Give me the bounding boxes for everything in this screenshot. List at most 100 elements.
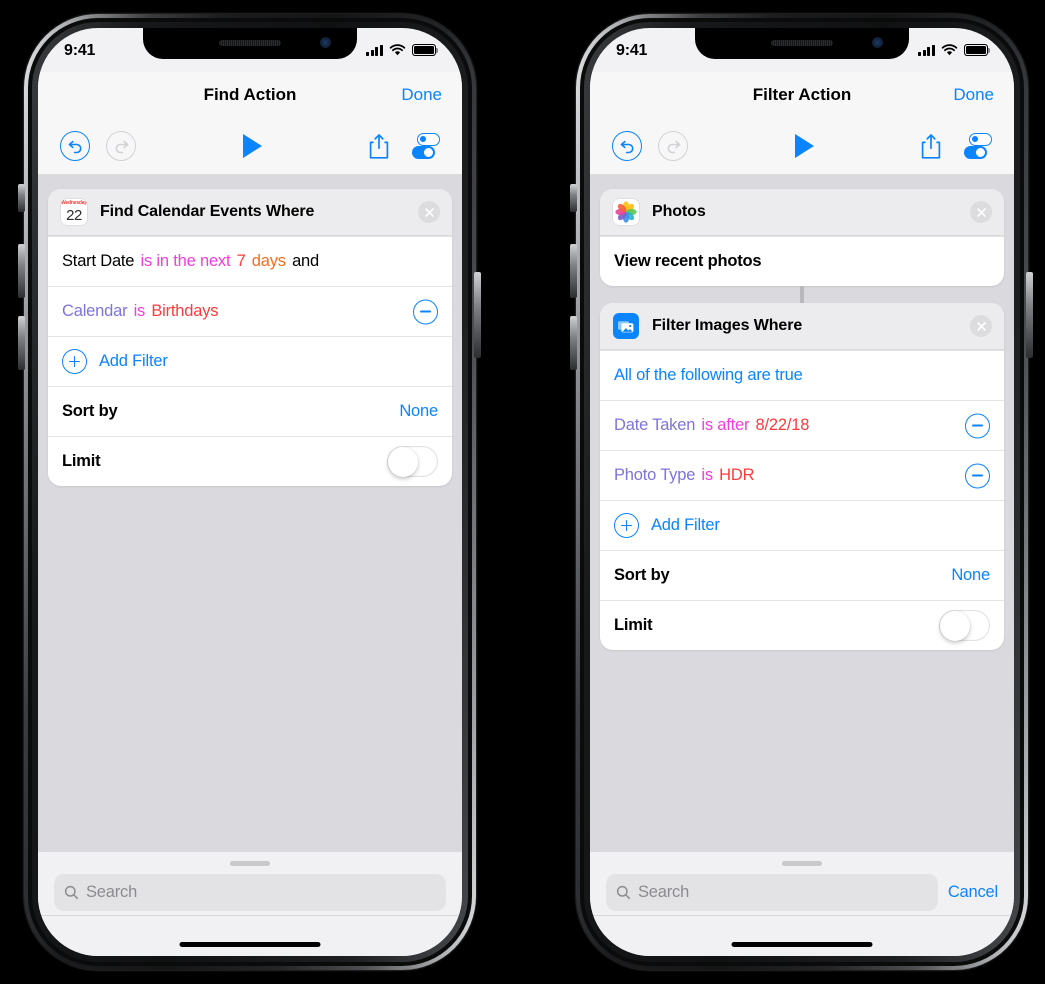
- filter-row[interactable]: Photo Type is HDR: [600, 450, 1004, 500]
- minus-circle-icon[interactable]: [965, 463, 990, 488]
- battery-full-icon: [964, 44, 991, 56]
- nav-bar: Filter Action Done: [590, 72, 1014, 118]
- undo-icon[interactable]: [612, 131, 642, 161]
- volup-button[interactable]: [570, 244, 577, 298]
- plus-circle-icon: [62, 349, 87, 374]
- bottom-sheet: Search Cancel: [590, 852, 1014, 956]
- voldn-button[interactable]: [570, 316, 577, 370]
- share-icon[interactable]: [920, 133, 942, 160]
- limit-label: Limit: [62, 452, 101, 470]
- add-filter-label: Add Filter: [99, 352, 168, 370]
- status-icons: [366, 44, 439, 56]
- cancel-button[interactable]: Cancel: [948, 883, 998, 902]
- screenshot-stage: 9:41 Find Action Done Wednesday 22 Find Calen…: [0, 0, 1045, 984]
- share-icon[interactable]: [368, 133, 390, 160]
- card-title: Find Calendar Events Where: [100, 203, 315, 220]
- search-input[interactable]: Search: [54, 874, 446, 911]
- action-card: Wednesday 22 Find Calendar Events Where Sta…: [48, 189, 452, 486]
- signal-bars-icon: [366, 44, 383, 56]
- card-header[interactable]: Wednesday 22 Find Calendar Events Where: [48, 189, 452, 236]
- limit-row: Limit: [600, 600, 1004, 650]
- play-icon: [794, 134, 814, 158]
- filter-token: and: [292, 252, 319, 270]
- add-filter-row[interactable]: Add Filter: [48, 336, 452, 386]
- sheet-separator: [590, 914, 1014, 915]
- power-button[interactable]: [474, 272, 481, 358]
- action-row[interactable]: View recent photos: [600, 236, 1004, 286]
- undo-icon[interactable]: [60, 131, 90, 161]
- home-indicator[interactable]: [731, 942, 873, 947]
- sort-by-row[interactable]: Sort by None: [600, 550, 1004, 600]
- close-circle-icon[interactable]: [418, 201, 440, 223]
- earpiece-speaker: [219, 40, 281, 46]
- front-camera: [872, 37, 883, 48]
- sort-by-label: Sort by: [62, 402, 118, 420]
- close-circle-icon[interactable]: [970, 315, 992, 337]
- filter-token: 7: [236, 252, 246, 270]
- minus-circle-icon[interactable]: [965, 413, 990, 438]
- minus-circle-icon[interactable]: [413, 299, 438, 324]
- card-title: Filter Images Where: [652, 317, 803, 334]
- redo-icon[interactable]: [658, 131, 688, 161]
- sort-by-label: Sort by: [614, 566, 670, 584]
- filter-row[interactable]: Date Taken is after 8/22/18: [600, 400, 1004, 450]
- power-button[interactable]: [1026, 272, 1033, 358]
- search-placeholder: Search: [86, 883, 138, 901]
- page-title: Find Action: [203, 85, 297, 104]
- done-button[interactable]: Done: [401, 85, 442, 105]
- condition-label: All of the following are true: [614, 366, 803, 384]
- add-filter-row[interactable]: Add Filter: [600, 500, 1004, 550]
- action-label: View recent photos: [614, 252, 762, 270]
- phone-right: 9:41 Filter Action Done Photos View recent p…: [558, 4, 1045, 980]
- nav-bar: Find Action Done: [38, 72, 462, 118]
- search-placeholder: Search: [638, 883, 690, 901]
- card-connector: [800, 286, 804, 303]
- add-filter-label: Add Filter: [651, 516, 720, 534]
- sort-by-row[interactable]: Sort by None: [48, 386, 452, 436]
- search-icon: [616, 885, 631, 900]
- card-header[interactable]: Filter Images Where: [600, 303, 1004, 350]
- limit-row: Limit: [48, 436, 452, 486]
- settings-toggles-icon[interactable]: [964, 133, 992, 159]
- limit-toggle[interactable]: [939, 610, 990, 641]
- signal-bars-icon: [918, 44, 935, 56]
- mute-button[interactable]: [18, 184, 25, 212]
- search-input[interactable]: Search: [606, 874, 938, 911]
- redo-icon[interactable]: [106, 131, 136, 161]
- filter-token: 8/22/18: [755, 416, 810, 434]
- voldn-button[interactable]: [18, 316, 25, 370]
- play-icon: [242, 134, 262, 158]
- settings-toggles-icon[interactable]: [412, 133, 440, 159]
- home-indicator[interactable]: [179, 942, 321, 947]
- volup-button[interactable]: [18, 244, 25, 298]
- limit-toggle[interactable]: [387, 446, 438, 477]
- notch: [143, 28, 357, 59]
- filter-token: days: [251, 252, 286, 270]
- calendar-icon-day: 22: [66, 207, 82, 224]
- play-button[interactable]: [794, 134, 814, 158]
- status-clock: 9:41: [64, 42, 96, 59]
- sort-by-value[interactable]: None: [951, 566, 990, 585]
- condition-row[interactable]: All of the following are true: [600, 350, 1004, 400]
- card-header[interactable]: Photos: [600, 189, 1004, 236]
- battery-full-icon: [412, 44, 439, 56]
- calendar-icon-weekday: Wednesday: [61, 200, 87, 206]
- close-circle-icon[interactable]: [970, 201, 992, 223]
- card-title: Photos: [652, 203, 706, 220]
- shortcut-content: Photos View recent photos Filter Images Wh…: [590, 175, 1014, 852]
- sort-by-value[interactable]: None: [399, 402, 438, 421]
- filter-row[interactable]: Start Date is in the next 7 days and: [48, 236, 452, 286]
- front-camera: [320, 37, 331, 48]
- notch: [695, 28, 909, 59]
- filter-row[interactable]: Calendar is Birthdays: [48, 286, 452, 336]
- play-button[interactable]: [242, 134, 262, 158]
- filter-token: HDR: [719, 466, 755, 484]
- sheet-separator: [38, 914, 462, 915]
- bottom-sheet: Search: [38, 852, 462, 956]
- filter-token: Start Date: [62, 252, 135, 270]
- calendar-icon: Wednesday 22: [61, 199, 87, 225]
- filter-token: Birthdays: [151, 302, 219, 320]
- done-button[interactable]: Done: [953, 85, 994, 105]
- action-toolbar: [38, 118, 462, 175]
- mute-button[interactable]: [570, 184, 577, 212]
